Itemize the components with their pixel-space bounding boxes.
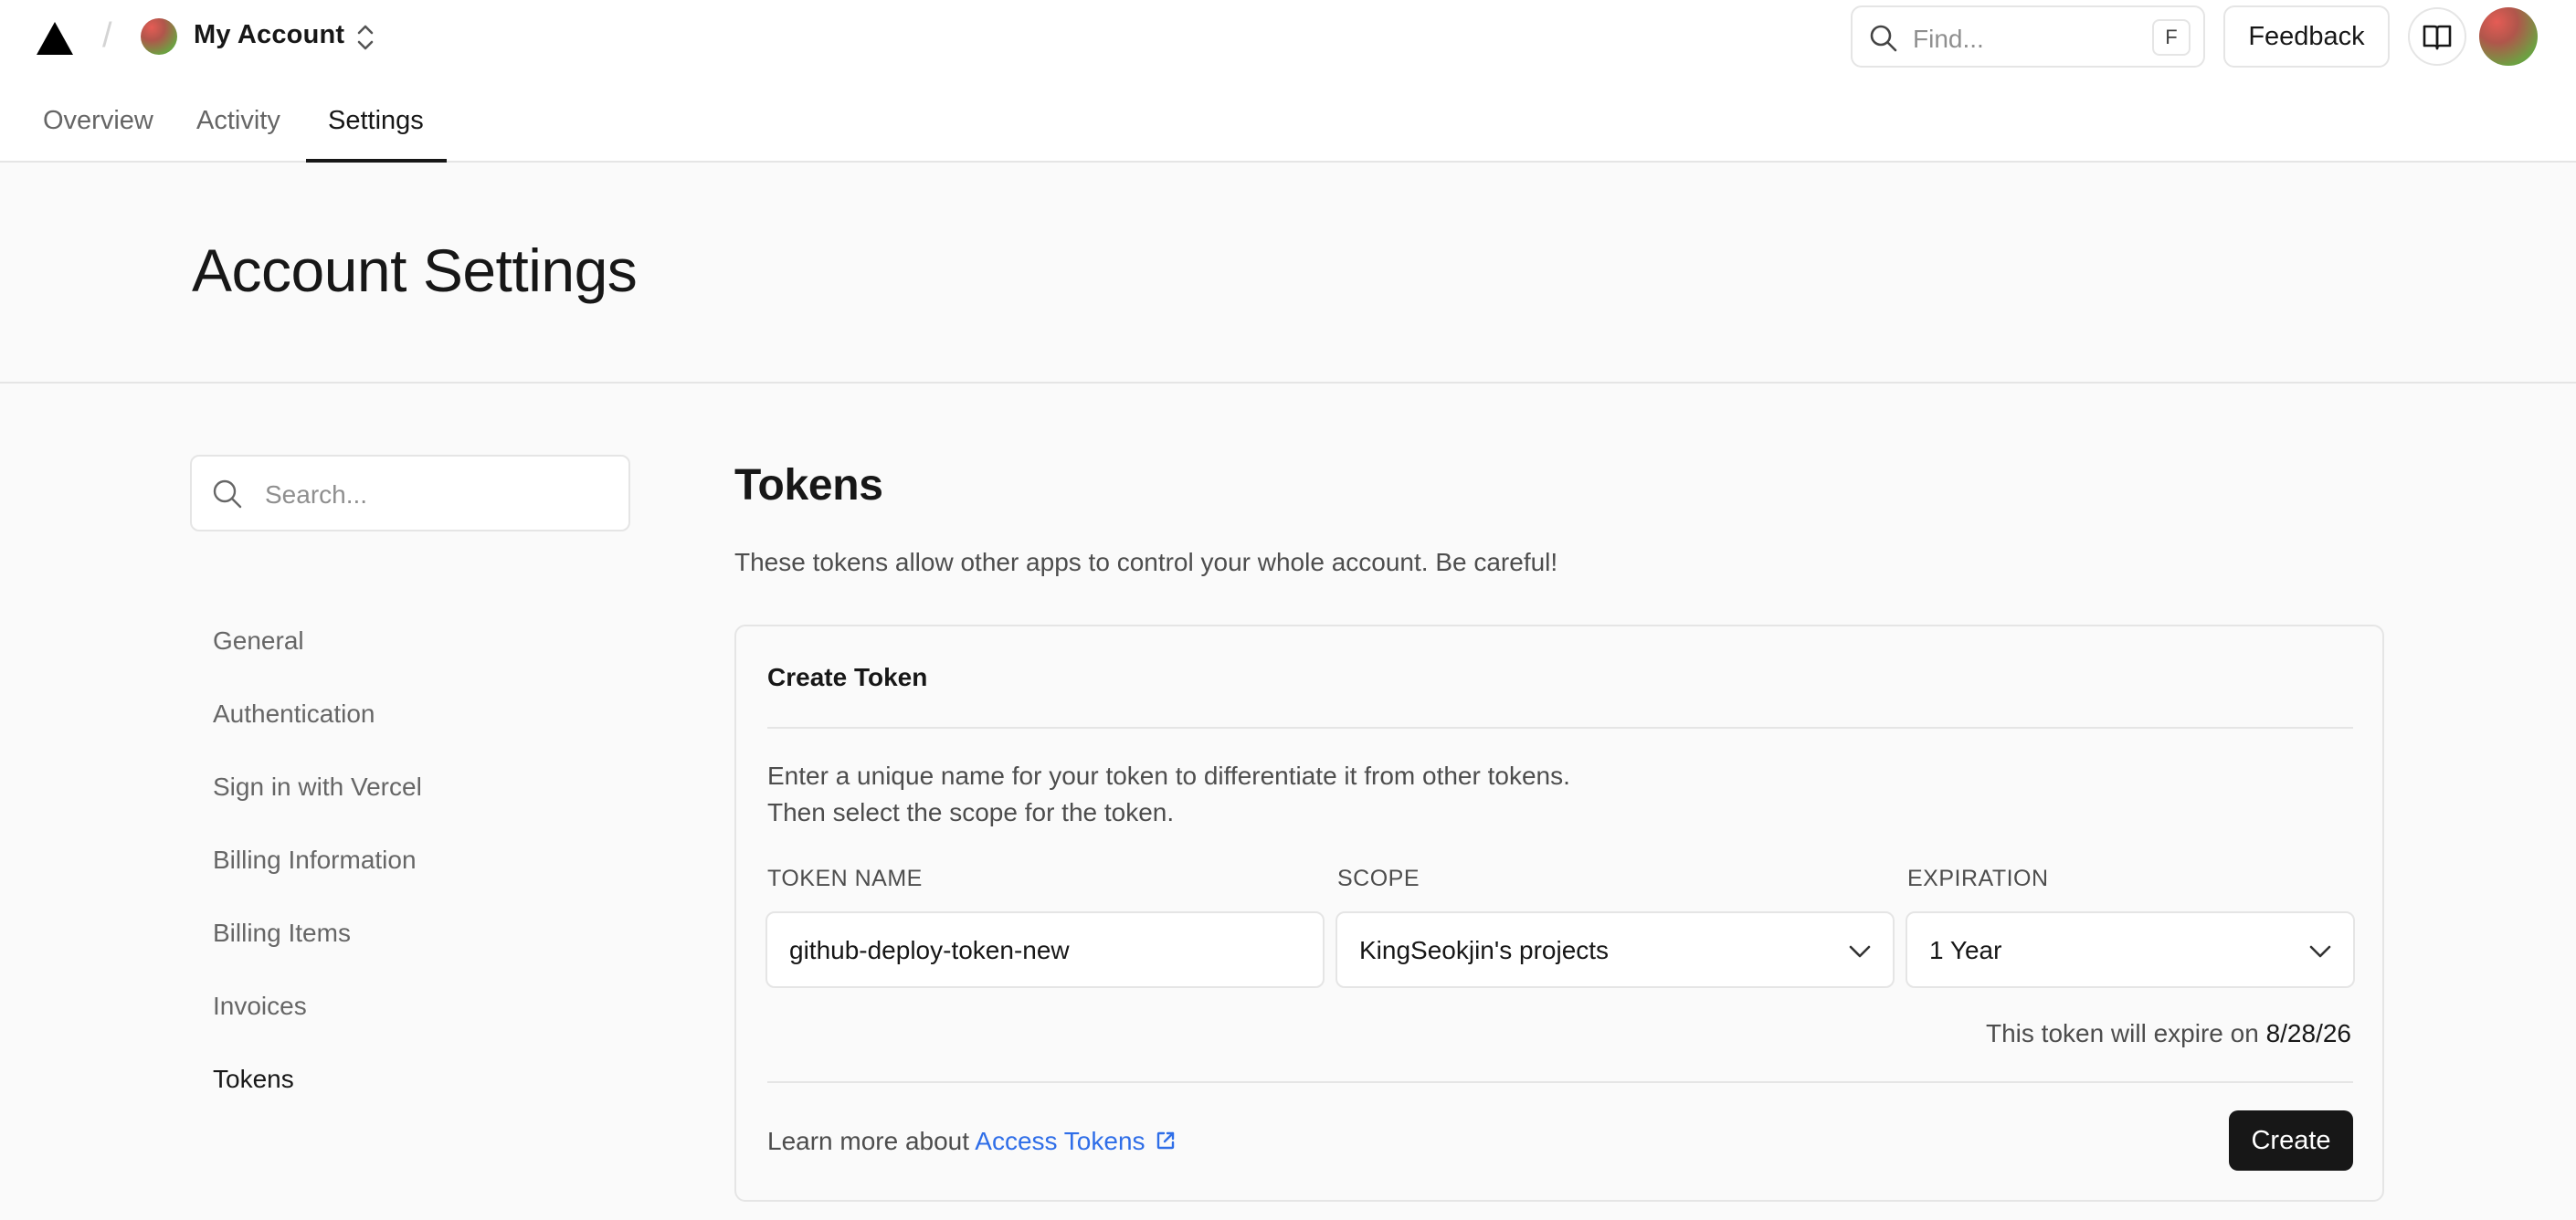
access-tokens-link-label[interactable]: Access Tokens: [975, 1127, 1145, 1155]
create-token-button[interactable]: Create: [2229, 1110, 2353, 1171]
card-divider: [767, 727, 2353, 729]
page-header: Account Settings: [0, 163, 2576, 384]
find-input[interactable]: Find... F: [1851, 5, 2205, 68]
tokens-heading: Tokens: [734, 461, 883, 510]
learn-more-prefix: Learn more about: [767, 1127, 970, 1155]
chevron-down-icon: [2309, 945, 2331, 958]
description-line-1: Enter a unique name for your token to di…: [767, 762, 1570, 790]
token-name-label: TOKEN NAME: [767, 866, 923, 891]
token-name-value: github-deploy-token-new: [789, 936, 1070, 964]
tokens-description: These tokens allow other apps to control…: [734, 548, 1558, 576]
create-token-card: Create Token Enter a unique name for you…: [734, 625, 2384, 1202]
expiration-note: This token will expire on 8/28/26: [1986, 1019, 2351, 1048]
token-name-input[interactable]: github-deploy-token-new: [765, 911, 1325, 988]
user-avatar[interactable]: [2479, 7, 2538, 66]
create-token-title: Create Token: [767, 663, 928, 691]
search-icon: [213, 479, 242, 509]
find-placeholder: Find...: [1913, 25, 1984, 53]
chevron-down-icon: [1849, 945, 1871, 958]
tab-activity[interactable]: Activity: [196, 100, 280, 163]
top-header: / My Account Find... F Feedback Overview…: [0, 0, 2576, 163]
learn-more: Learn more about Access Tokens: [767, 1127, 1177, 1156]
sidebar-item-general[interactable]: General: [213, 626, 304, 656]
tab-settings[interactable]: Settings: [328, 100, 424, 163]
sidebar-item-authentication[interactable]: Authentication: [213, 699, 375, 729]
chevron-up-down-icon[interactable]: [354, 22, 376, 53]
access-tokens-link[interactable]: Access Tokens: [975, 1127, 1176, 1155]
sidebar-search-placeholder: Search...: [265, 480, 368, 509]
scope-label: SCOPE: [1337, 866, 1420, 891]
scope-select[interactable]: KingSeokjin's projects: [1336, 911, 1895, 988]
sidebar-item-billing-items[interactable]: Billing Items: [213, 919, 351, 948]
create-token-description: Enter a unique name for your token to di…: [767, 758, 1570, 831]
sidebar-item-tokens[interactable]: Tokens: [213, 1065, 294, 1094]
sidebar-search-input[interactable]: Search...: [190, 455, 630, 531]
account-avatar[interactable]: [141, 18, 177, 55]
search-icon: [1870, 25, 1897, 52]
docs-button[interactable]: [2408, 7, 2466, 66]
scope-value: KingSeokjin's projects: [1359, 936, 1610, 964]
expiration-note-prefix: This token will expire on: [1985, 1019, 2259, 1047]
expiration-select[interactable]: 1 Year: [1906, 911, 2355, 988]
description-line-2: Then select the scope for the token.: [767, 798, 1175, 826]
page-title: Account Settings: [192, 237, 638, 304]
card-footer-divider: [767, 1081, 2353, 1083]
account-name[interactable]: My Account: [194, 20, 344, 50]
expiration-label: EXPIRATION: [1907, 866, 2049, 891]
feedback-button[interactable]: Feedback: [2223, 5, 2390, 68]
external-link-icon: [1156, 1131, 1174, 1150]
breadcrumb-separator: /: [102, 16, 112, 55]
tab-overview[interactable]: Overview: [43, 100, 153, 163]
sidebar-item-billing-information[interactable]: Billing Information: [213, 846, 417, 875]
expiration-date: 8/28/26: [2265, 1019, 2351, 1047]
vercel-logo-icon[interactable]: [35, 20, 75, 57]
book-icon: [2423, 25, 2452, 50]
sidebar-item-sign-in-with-vercel[interactable]: Sign in with Vercel: [213, 773, 422, 802]
expiration-value: 1 Year: [1929, 936, 2002, 964]
sidebar-item-invoices[interactable]: Invoices: [213, 992, 307, 1021]
find-shortcut-key: F: [2152, 19, 2191, 56]
